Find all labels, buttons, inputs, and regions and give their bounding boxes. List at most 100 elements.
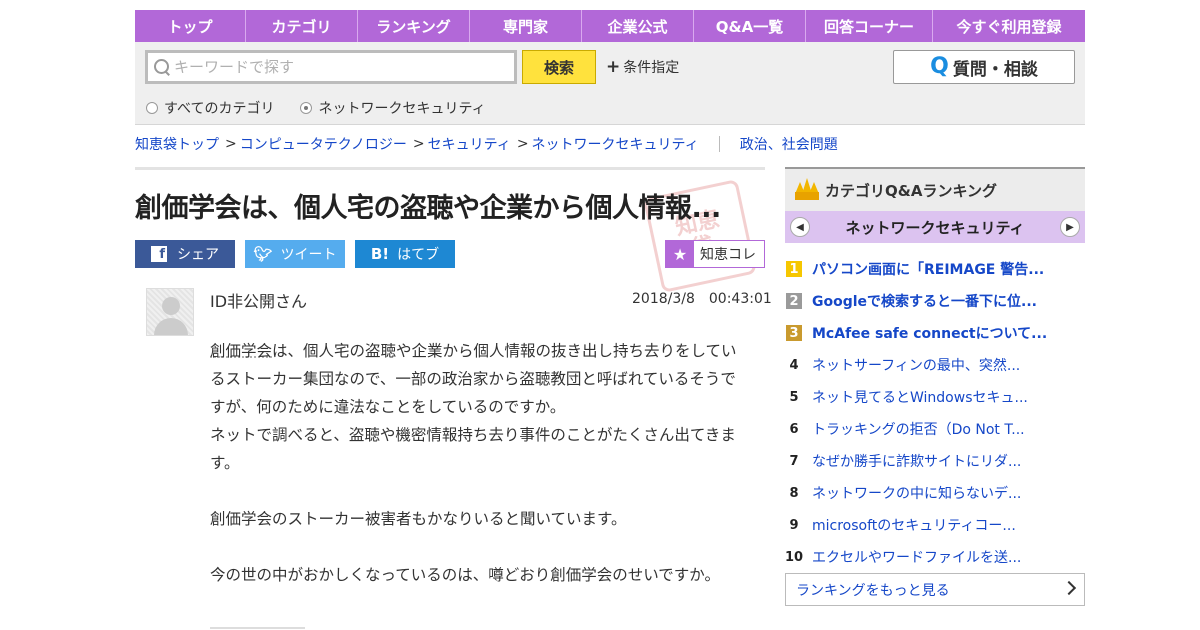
search-bar: 検索 + 条件指定 Q 質問・相談 すべてのカテゴリ ネットワークセキュリティ [135,42,1085,125]
ranking-more-link[interactable]: ランキングをもっと見る [785,573,1085,606]
question-paragraph: ネットで調べると、盗聴や機密情報持ち去り事件のことがたくさん出てきます。 [210,426,736,472]
condition-label: 条件指定 [623,60,680,76]
ranking-link[interactable]: ネットワークの中に知らないデ... [812,483,1021,503]
divider [135,167,765,170]
nav-experts[interactable]: 専門家 [470,10,582,42]
ranking-link[interactable]: ネット見てるとWindowsセキュ... [812,387,1028,407]
twitter-icon: 🐦︎ [253,245,273,263]
post-date: 2018/3/8 00:43:01 [632,291,772,307]
nav-category[interactable]: カテゴリ [246,10,358,42]
ranking-list: 1 パソコン画面に「REIMAGE 警告... 2 Googleで検索すると一番… [785,253,1085,573]
rank-number: 8 [789,485,799,501]
ranking-item[interactable]: 9 microsoftのセキュリティコー... [785,509,1085,541]
ranking-more-label: ランキングをもっと見る [796,582,950,599]
avatar-body [154,318,188,335]
breadcrumb-item[interactable]: 知恵袋トップ [135,134,219,154]
chevron-right-icon [1061,580,1077,596]
ranking-item[interactable]: 7 なぜか勝手に詐欺サイトにリダ... [785,445,1085,477]
nav-ranking[interactable]: ランキング [358,10,470,42]
facebook-share-label: シェア [177,247,219,263]
plus-icon: + [606,56,621,77]
prev-category-arrow-icon[interactable]: ◀ [790,217,810,237]
question-paragraph: 創価学会は、個人宅の盗聴や企業から個人情報の抜き出し持ち去りをしているストーカー… [210,337,750,421]
search-button[interactable]: 検索 [522,50,596,84]
chiekore-button[interactable]: ★ 知恵コレ [665,240,765,268]
ranking-item[interactable]: 4 ネットサーフィンの最中、突然... [785,349,1085,381]
divider [210,627,305,629]
user-name: ID非公開さん [210,292,308,311]
ranking-category-bar: ◀ ネットワークセキュリティ ▶ [785,211,1085,243]
rank-number: 6 [789,421,799,437]
ranking-link[interactable]: パソコン画面に「REIMAGE 警告... [812,259,1044,279]
ranking-link[interactable]: エクセルやワードファイルを送... [812,547,1021,567]
breadcrumb-item[interactable]: ネットワークセキュリティ [532,134,699,154]
breadcrumb-divider [718,136,720,152]
breadcrumb: 知恵袋トップ > コンピュータテクノロジー > セキュリティ > ネットワークセ… [135,134,838,154]
nav-answer-corner[interactable]: 回答コーナー [806,10,933,42]
breadcrumb-item[interactable]: コンピュータテクノロジー [240,134,407,154]
rank-number: 4 [789,357,799,373]
hatena-share-button[interactable]: B! はてブ [355,240,455,268]
radio-dot [146,102,158,114]
question-paragraph: 今の世の中がおかしくなっているのは、噂どおり創価学会のせいですか。 [210,566,720,584]
condition-link[interactable]: + 条件指定 [606,57,679,77]
question-text: は、個人宅の盗聴や企業から個人情報の抜き出し持ち去りをしているストーカー集団なの… [210,342,737,416]
facebook-icon: f [151,246,167,262]
ranking-link[interactable]: Googleで検索すると一番下に位... [812,291,1037,311]
breadcrumb-item[interactable]: セキュリティ [428,134,511,154]
related-category-link[interactable]: 政治、社会問題 [740,134,838,154]
ranking-item[interactable]: 6 トラッキングの拒否（Do Not T... [785,413,1085,445]
rank-number: 10 [784,549,804,565]
ranking-item[interactable]: 5 ネット見てるとWindowsセキュ... [785,381,1085,413]
question-paragraph: 創価学会のストーカー被害者もかなりいると聞いています。 [210,510,627,528]
keyword-link[interactable]: 創価学会 [210,342,272,360]
share-buttons: f シェア 🐦︎ ツイート B! はてブ [135,240,465,268]
radio-current-label: ネットワークセキュリティ [318,101,486,117]
question-title: 創価学会は、個人宅の盗聴や企業から個人情報... [135,193,721,224]
crown-icon [795,178,819,200]
facebook-share-button[interactable]: f シェア [135,240,235,268]
rank-number: 3 [786,325,802,341]
twitter-share-label: ツイート [280,247,337,263]
question-body: 創価学会は、個人宅の盗聴や企業から個人情報の抜き出し持ち去りをしているストーカー… [210,337,750,589]
search-icon [154,59,170,75]
ranking-item[interactable]: 8 ネットワークの中に知らないデ... [785,477,1085,509]
twitter-share-button[interactable]: 🐦︎ ツイート [245,240,345,268]
ranking-item[interactable]: 10 エクセルやワードファイルを送... [785,541,1085,573]
ranking-item[interactable]: 1 パソコン画面に「REIMAGE 警告... [785,253,1085,285]
nav-qa-list[interactable]: Q&A一覧 [694,10,806,42]
next-category-arrow-icon[interactable]: ▶ [1060,217,1080,237]
ranking-item[interactable]: 2 Googleで検索すると一番下に位... [785,285,1085,317]
rank-number: 9 [789,517,799,533]
search-input[interactable] [174,58,494,76]
search-field-wrapper [145,50,517,84]
ranking-header: カテゴリQ&Aランキング [785,167,1085,211]
ranking-link[interactable]: ネットサーフィンの最中、突然... [812,355,1020,375]
rank-number: 1 [786,261,802,277]
breadcrumb-separator: > [225,136,237,152]
radio-all-categories[interactable]: すべてのカテゴリ [146,98,274,118]
breadcrumb-separator: > [516,136,529,152]
nav-official[interactable]: 企業公式 [582,10,694,42]
ranking-link[interactable]: トラッキングの拒否（Do Not T... [812,419,1025,439]
search-scope: すべてのカテゴリ ネットワークセキュリティ [146,98,512,118]
top-nav: トップ カテゴリ ランキング 専門家 企業公式 Q&A一覧 回答コーナー 今すぐ… [135,10,1085,42]
rank-number: 2 [786,293,802,309]
nav-top[interactable]: トップ [135,10,246,42]
ask-question-button[interactable]: Q 質問・相談 [893,50,1075,84]
nav-register[interactable]: 今すぐ利用登録 [933,10,1085,42]
radio-current-category[interactable]: ネットワークセキュリティ [300,98,486,118]
ranking-link[interactable]: microsoftのセキュリティコー... [812,515,1016,535]
ranking-link[interactable]: McAfee safe connectについて... [812,323,1047,343]
ranking-category: ネットワークセキュリティ [845,218,1025,237]
ranking-link[interactable]: なぜか勝手に詐欺サイトにリダ... [812,451,1021,471]
ranking-item[interactable]: 3 McAfee safe connectについて... [785,317,1085,349]
rank-number: 7 [789,453,799,469]
hatena-icon: B! [370,245,390,263]
rank-number: 5 [789,389,799,405]
ranking-title: カテゴリQ&Aランキング [825,181,997,200]
radio-all-label: すべてのカテゴリ [164,101,275,117]
hatena-share-label: はてブ [397,247,440,263]
